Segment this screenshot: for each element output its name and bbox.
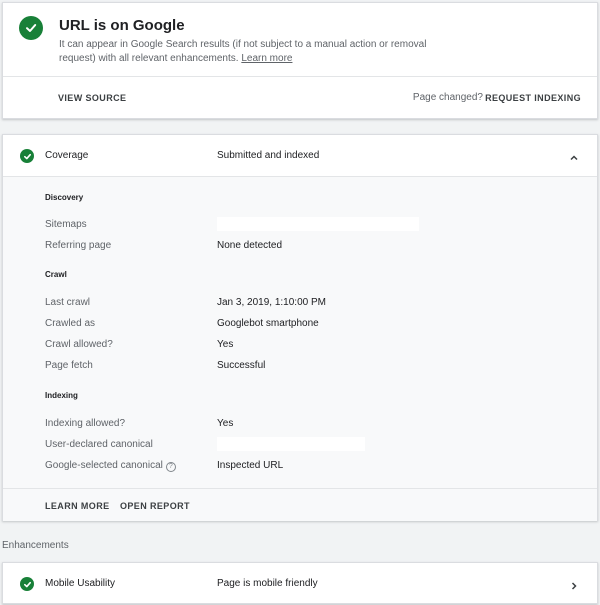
page-fetch-value: Successful [217,360,266,371]
check-circle-icon [20,149,34,163]
status-title: URL is on Google [59,17,185,34]
coverage-label: Coverage [45,150,89,161]
check-circle-icon [20,577,34,591]
coverage-value: Submitted and indexed [217,150,320,161]
crawled-as-label: Crawled as [45,318,96,329]
user-canonical-label: User-declared canonical [45,439,153,450]
learn-more-button[interactable]: LEARN MORE [45,501,110,511]
mobile-usability-value: Page is mobile friendly [217,578,318,589]
coverage-card: Coverage Submitted and indexed Discovery… [2,134,598,521]
coverage-footer: LEARN MORE OPEN REPORT [3,488,597,521]
crawled-as-value: Googlebot smartphone [217,318,319,329]
learn-more-link[interactable]: Learn more [241,53,292,64]
mobile-usability-row[interactable]: Mobile Usability Page is mobile friendly [2,562,598,604]
status-card: URL is on Google It can appear in Google… [2,2,598,119]
help-icon[interactable]: ? [165,461,176,472]
crawl-allowed-value: Yes [217,339,234,350]
page-changed-label: Page changed? [412,92,483,103]
request-indexing-button[interactable]: REQUEST INDEXING [485,93,581,103]
status-summary: URL is on Google It can appear in Google… [3,3,597,77]
google-canonical-label: Google-selected canonical [45,460,163,471]
last-crawl-label: Last crawl [45,297,91,308]
coverage-details: Discovery Sitemaps Referring page None d… [3,177,597,488]
chevron-right-icon[interactable] [569,578,579,596]
last-crawl-value: Jan 3, 2019, 1:10:00 PM [217,297,326,308]
google-canonical-row-label: Google-selected canonical? [45,460,176,472]
coverage-header[interactable]: Coverage Submitted and indexed [3,135,597,177]
status-description: It can appear in Google Search results (… [59,38,439,66]
sitemaps-label: Sitemaps [45,219,87,230]
enhancements-title: Enhancements [2,540,69,551]
indexing-allowed-value: Yes [217,418,234,429]
crawl-title: Crawl [45,270,67,279]
referring-page-value: None detected [217,240,283,251]
crawl-allowed-label: Crawl allowed? [45,339,113,350]
page-fetch-label: Page fetch [45,360,93,371]
mobile-usability-label: Mobile Usability [45,578,116,589]
chevron-up-icon[interactable] [569,150,579,168]
indexing-title: Indexing [45,391,78,400]
discovery-title: Discovery [45,193,84,202]
check-circle-icon [19,16,43,40]
referring-page-label: Referring page [45,240,112,251]
google-canonical-value: Inspected URL [217,460,284,471]
user-canonical-value [217,437,365,451]
open-report-button[interactable]: OPEN REPORT [120,501,190,511]
status-actions: VIEW SOURCE Page changed? REQUEST INDEXI… [3,77,597,119]
sitemaps-value [217,217,419,231]
view-source-button[interactable]: VIEW SOURCE [58,93,126,103]
indexing-allowed-label: Indexing allowed? [45,418,126,429]
